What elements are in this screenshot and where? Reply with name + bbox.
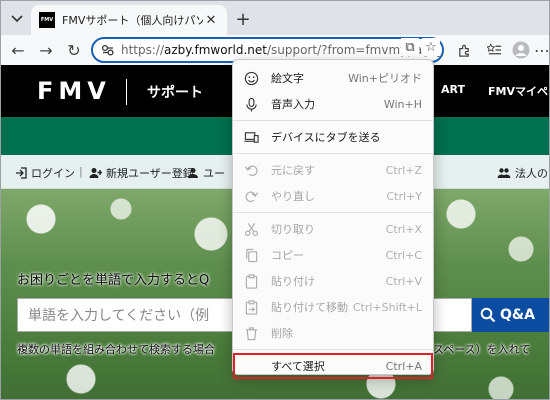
menu-item-delete[interactable]: 削除 — [233, 320, 433, 346]
login-link[interactable]: ログイン — [15, 165, 75, 181]
context-menu: 絵文字 Win+ピリオド 音声入力 Win+H デバイスにタブを送る 元に戻す … — [232, 59, 434, 379]
menu-item-paste-and-go[interactable]: 貼り付けて移動 Ctrl+Shift+L — [233, 294, 433, 320]
add-user-icon — [89, 168, 102, 178]
microphone-icon — [243, 96, 259, 112]
register-link[interactable]: 新規ユーザー登録 — [89, 165, 194, 181]
emoji-icon — [243, 70, 259, 86]
extensions-icon[interactable] — [453, 39, 475, 61]
menu-item-shortcut: Win+ピリオド — [348, 72, 422, 85]
user-label: ユー — [203, 167, 225, 180]
tab-title: FMVサポート（個人向けパソコンFMV... — [62, 14, 203, 27]
support-title[interactable]: サポート — [147, 82, 203, 102]
login-icon — [16, 167, 27, 179]
menu-item-shortcut: Ctrl+V — [385, 274, 422, 288]
menu-item-shortcut: Ctrl+X — [385, 222, 422, 236]
login-label: ログイン — [31, 167, 75, 180]
menu-separator — [233, 120, 433, 121]
tab-actions-menu-icon[interactable] — [7, 9, 27, 29]
register-label: 新規ユーザー登録 — [106, 167, 194, 180]
corporate-label: 法人のお — [515, 167, 549, 180]
menu-item-voice-input[interactable]: 音声入力 Win+H — [233, 91, 433, 117]
paste-icon — [243, 273, 259, 289]
browser-window: FMV FMVサポート（個人向けパソコンFMV... ✕ + ← → ↻ htt… — [0, 0, 550, 400]
menu-item-select-all[interactable]: すべて選択 Ctrl+A — [233, 353, 433, 379]
blank-icon-slot — [243, 358, 259, 374]
tab-strip: FMV FMVサポート（個人向けパソコンFMV... ✕ + — [1, 1, 549, 35]
group-icon — [497, 168, 511, 178]
cut-icon — [243, 221, 259, 237]
menu-item-shortcut: Ctrl+A — [385, 359, 422, 373]
qa-search-button[interactable]: Q&A — [472, 298, 549, 332]
url-text: https://azby.fmworld.net/support/?from=f… — [121, 43, 444, 57]
menu-item-label: デバイスにタブを送る — [271, 131, 381, 144]
corporate-link[interactable]: 法人のお — [497, 165, 549, 181]
menu-separator — [233, 349, 433, 350]
search-hint: 複数の単語を組み合わせて検索する場合 — [17, 343, 215, 356]
favorite-star-icon[interactable]: ☆ — [422, 38, 440, 56]
menu-item-shortcut: Ctrl+Shift+L — [352, 300, 422, 314]
menu-separator — [233, 212, 433, 213]
open-in-app-icon[interactable]: ⧉ — [401, 38, 419, 56]
more-menu-icon[interactable]: ⋯ — [531, 39, 549, 61]
refresh-icon[interactable]: ↻ — [63, 39, 85, 61]
fmv-logo[interactable]: FMV — [37, 77, 111, 105]
forward-arrow-icon[interactable]: → — [35, 39, 57, 61]
delete-icon — [243, 325, 259, 341]
menu-item-shortcut: Ctrl+Y — [386, 189, 422, 203]
menu-item-emoji[interactable]: 絵文字 Win+ピリオド — [233, 65, 433, 91]
menu-item-undo[interactable]: 元に戻す Ctrl+Z — [233, 157, 433, 183]
profile-avatar-icon[interactable] — [510, 39, 532, 61]
menu-item-paste[interactable]: 貼り付け Ctrl+V — [233, 268, 433, 294]
menu-item-redo[interactable]: やり直し Ctrl+Y — [233, 183, 433, 209]
favorites-list-icon[interactable] — [483, 39, 505, 61]
new-tab-icon[interactable]: + — [233, 9, 253, 30]
send-to-device-icon — [243, 129, 259, 145]
paste-and-move-icon — [243, 299, 259, 315]
header-divider — [126, 79, 127, 105]
nav-mypage-link[interactable]: FMVマイペー — [488, 83, 549, 99]
user-info-link[interactable]: ユー — [187, 165, 225, 181]
nav-cart-link[interactable]: ART — [441, 83, 465, 96]
tab-close-icon[interactable]: ✕ — [203, 12, 219, 28]
menu-item-label: 削除 — [271, 327, 293, 340]
search-prompt: お困りごとを単語で入力するとQ — [17, 273, 210, 288]
menu-item-shortcut: Ctrl+Z — [385, 163, 422, 177]
menu-item-cut[interactable]: 切り取り Ctrl+X — [233, 216, 433, 242]
menu-item-send-tab-to-device[interactable]: デバイスにタブを送る — [233, 124, 433, 150]
menu-item-shortcut: Ctrl+C — [385, 248, 422, 262]
copy-icon — [243, 247, 259, 263]
menu-item-shortcut: Win+H — [383, 97, 422, 111]
search-icon — [480, 307, 496, 323]
separator: | — [79, 165, 83, 178]
redo-icon — [243, 188, 259, 204]
search-hint-right: スペース）を入れて — [433, 343, 531, 356]
back-arrow-icon[interactable]: ← — [7, 39, 29, 61]
menu-item-copy[interactable]: コピー Ctrl+C — [233, 242, 433, 268]
search-button-label: Q&A — [500, 307, 535, 323]
undo-icon — [243, 162, 259, 178]
tab-fmv-support[interactable]: FMV FMVサポート（個人向けパソコンFMV... ✕ — [31, 5, 227, 35]
lock-icon[interactable] — [101, 42, 115, 58]
user-icon — [188, 168, 198, 178]
menu-separator — [233, 153, 433, 154]
fmv-favicon-icon: FMV — [39, 12, 55, 28]
